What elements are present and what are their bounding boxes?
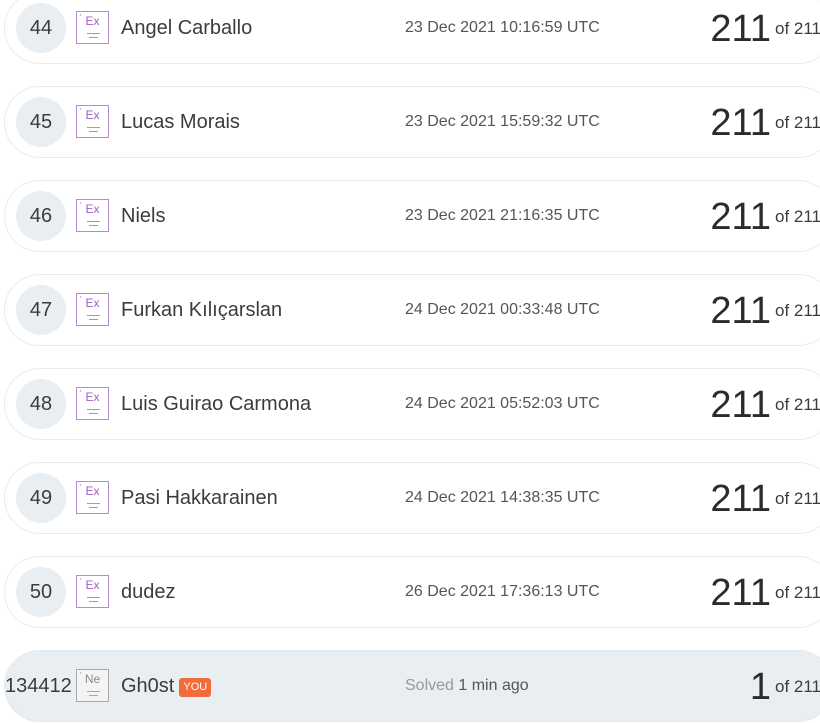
score-value: 211: [710, 8, 771, 50]
leaderboard-row[interactable]: 48 ' Ex Luis Guirao Carmona 24 Dec 2021 0…: [4, 368, 820, 440]
solved-status: Solved 1 min ago: [405, 651, 529, 721]
solved-date: 24 Dec 2021 00:33:48 UTC: [405, 301, 600, 318]
badge-symbol: Ex: [85, 14, 100, 28]
rank-number: 48: [16, 379, 66, 429]
score-total: of 211: [774, 583, 820, 602]
leaderboard-row[interactable]: 50 ' Ex dudez 26 Dec 2021 17:36:13 UTC 21…: [4, 556, 820, 628]
element-badge-ex-icon: ' Ex: [76, 481, 109, 514]
rank-number: 46: [16, 191, 66, 241]
badge-symbol: Ex: [85, 296, 100, 310]
score: 211 of 211: [710, 463, 820, 535]
score-value: 211: [710, 196, 771, 238]
you-badge: YOU: [179, 678, 212, 697]
rank-number: 47: [16, 285, 66, 335]
badge-symbol: Ex: [85, 390, 100, 404]
leaderboard-row[interactable]: 47 ' Ex Furkan Kılıçarslan 24 Dec 2021 00…: [4, 274, 820, 346]
solved-ago: 1 min ago: [458, 677, 529, 694]
score-value: 211: [710, 290, 771, 332]
score-value: 211: [710, 572, 771, 614]
solved-date: 23 Dec 2021 15:59:32 UTC: [405, 113, 600, 130]
player-name[interactable]: Lucas Morais: [121, 87, 240, 157]
solved-date: 23 Dec 2021 21:16:35 UTC: [405, 207, 600, 224]
badge-symbol: Ex: [85, 108, 100, 122]
score: 211 of 211: [710, 0, 820, 65]
badge-symbol: Ne: [84, 672, 101, 686]
player-name[interactable]: Angel Carballo: [121, 0, 252, 63]
rank-number: 134412: [5, 675, 72, 697]
leaderboard-row[interactable]: 45 ' Ex Lucas Morais 23 Dec 2021 15:59:32…: [4, 86, 820, 158]
badge-symbol: Ex: [85, 484, 100, 498]
solved-date: 23 Dec 2021 10:16:59 UTC: [405, 19, 600, 36]
rank-number: 44: [16, 3, 66, 53]
leaderboard-row[interactable]: 44 ' Ex Angel Carballo 23 Dec 2021 10:16:…: [4, 0, 820, 64]
solved-date: 26 Dec 2021 17:36:13 UTC: [405, 583, 600, 600]
leaderboard-row[interactable]: 49 ' Ex Pasi Hakkarainen 24 Dec 2021 14:3…: [4, 462, 820, 534]
score-total: of 211: [774, 489, 820, 508]
score: 211 of 211: [710, 181, 820, 253]
rank-number: 49: [16, 473, 66, 523]
rank-number: 50: [16, 567, 66, 617]
score-value: 211: [710, 384, 771, 426]
element-badge-ne-icon: ' Ne: [76, 669, 109, 702]
score-total: of 211: [774, 395, 820, 414]
player-name[interactable]: Luis Guirao Carmona: [121, 369, 311, 439]
score-value: 1: [749, 666, 771, 708]
player-name[interactable]: dudez: [121, 557, 176, 627]
score: 211 of 211: [710, 275, 820, 347]
score-value: 211: [710, 102, 771, 144]
current-user-row[interactable]: 134412 ' Ne Gh0st YOU Solved 1 min ago 1 of…: [4, 650, 820, 722]
score-total: of 211: [774, 207, 820, 226]
score-total: of 211: [774, 113, 820, 132]
leaderboard-row[interactable]: 46 ' Ex Niels 23 Dec 2021 21:16:35 UTC 21…: [4, 180, 820, 252]
score: 211 of 211: [710, 369, 820, 441]
badge-symbol: Ex: [85, 202, 100, 216]
badge-symbol: Ex: [85, 578, 100, 592]
player-name[interactable]: Niels: [121, 181, 165, 251]
score: 211 of 211: [710, 87, 820, 159]
player-name[interactable]: Furkan Kılıçarslan: [121, 275, 282, 345]
rank-number: 45: [16, 97, 66, 147]
element-badge-ex-icon: ' Ex: [76, 11, 109, 44]
score-total: of 211: [774, 677, 820, 696]
element-badge-ex-icon: ' Ex: [76, 293, 109, 326]
score-value: 211: [710, 478, 771, 520]
score-total: of 211: [774, 19, 820, 38]
score-total: of 211: [774, 301, 820, 320]
player-name[interactable]: Pasi Hakkarainen: [121, 463, 278, 533]
element-badge-ex-icon: ' Ex: [76, 387, 109, 420]
solved-date: 24 Dec 2021 05:52:03 UTC: [405, 395, 600, 412]
score: 1 of 211: [750, 651, 820, 723]
solved-date: 24 Dec 2021 14:38:35 UTC: [405, 489, 600, 506]
solved-label: Solved: [405, 677, 454, 694]
score: 211 of 211: [710, 557, 820, 629]
player-name[interactable]: Gh0st YOU: [121, 651, 212, 721]
element-badge-ex-icon: ' Ex: [76, 199, 109, 232]
element-badge-ex-icon: ' Ex: [76, 575, 109, 608]
element-badge-ex-icon: ' Ex: [76, 105, 109, 138]
player-name-text[interactable]: Gh0st: [121, 675, 174, 697]
